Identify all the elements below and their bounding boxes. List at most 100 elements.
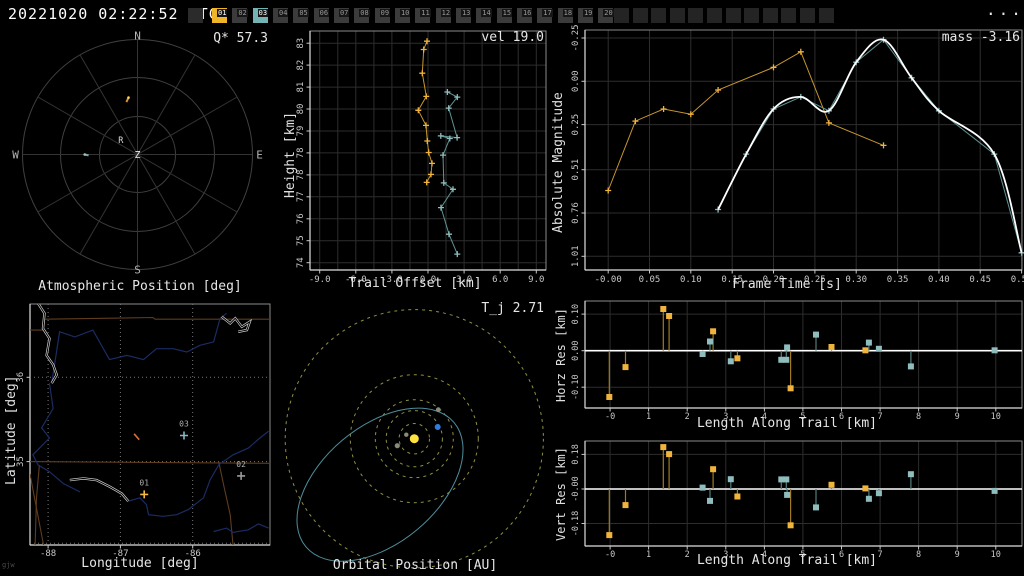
meteoroid-orbit — [296, 407, 464, 562]
station-indicator-blank[interactable] — [818, 8, 834, 23]
orbital-title: Orbital Position [AU] — [332, 558, 498, 573]
station-indicator-label: 14 — [481, 9, 492, 17]
station-indicator-blank[interactable] — [800, 8, 815, 23]
horz-res-ylabel: Horz Res [km] — [554, 308, 568, 403]
station-01-trail — [125, 96, 130, 103]
trail-offset-plot: -9.0 -6.0 -3.0 0.0 3.0 6.0 9.08382818079787877… — [296, 30, 547, 285]
station-indicator-label: 13 — [460, 9, 472, 17]
body-venus — [394, 443, 400, 449]
station-indicator-05[interactable]: 05 — [293, 8, 309, 23]
svg-text:R: R — [118, 136, 124, 146]
svg-text:0.25: 0.25 — [571, 114, 581, 136]
svg-text:0.18: 0.18 — [571, 444, 581, 464]
station-indicator-label: 04 — [277, 9, 289, 17]
station-indicator-blank[interactable] — [781, 8, 797, 23]
station-indicator-14[interactable]: 14 — [476, 8, 492, 23]
atmospheric-position-plot: NESW ZR — [12, 30, 263, 277]
svg-text:02: 02 — [236, 460, 246, 469]
station-indicator-blank[interactable] — [725, 8, 741, 23]
station-indicator-01[interactable]: 01 — [212, 8, 228, 23]
svg-text:0.00: 0.00 — [571, 340, 581, 360]
horz-res-xlabel: Length Along Trail [km] — [696, 416, 877, 431]
velocity-value: vel 19.0 — [481, 30, 544, 45]
station-indicator-blank[interactable] — [188, 8, 203, 23]
station-indicator-12[interactable]: 12 — [435, 8, 452, 23]
station-indicator-16[interactable]: 16 — [516, 8, 533, 23]
station-indicator-label: 19 — [582, 9, 594, 17]
ground-track — [133, 433, 140, 441]
body-meteoroid — [435, 407, 441, 413]
station-indicator-blank[interactable] — [632, 8, 648, 23]
station-indicator-label: 20 — [603, 9, 614, 17]
station-indicator-17[interactable]: 17 — [537, 8, 553, 23]
station-indicator-label: 05 — [298, 9, 309, 17]
svg-text:-0.18: -0.18 — [571, 511, 581, 537]
station-indicator-blank[interactable] — [744, 8, 760, 23]
station-indicator-label: 11 — [420, 9, 431, 17]
station-indicator-11[interactable]: 11 — [415, 8, 431, 23]
series-station-03 — [699, 471, 998, 511]
map-features: 01 02 03 — [30, 304, 270, 545]
station-indicator-label: 01 — [217, 9, 228, 17]
top-bar: 20221020 02:22:52 UTC 01 02 03 04 05 06 07 08 09… — [0, 0, 1024, 28]
series-station-01 — [606, 306, 869, 400]
body-mercury — [404, 432, 409, 437]
svg-text:-0.00: -0.00 — [571, 476, 581, 502]
station-indicator-blank[interactable] — [688, 8, 704, 23]
station-indicator-blank[interactable] — [762, 8, 778, 23]
svg-text:75: 75 — [296, 235, 306, 246]
overflow-menu-button[interactable]: ... — [986, 0, 1024, 19]
station-indicator-03[interactable]: 03 — [252, 8, 269, 23]
svg-text:03: 03 — [179, 420, 189, 429]
station-indicator-row: 01 02 03 04 05 06 07 08 09 10 11 12 13 14 15 16 17 18 19 20 — [0, 0, 1024, 28]
svg-text:0.51: 0.51 — [571, 159, 581, 181]
body-sun — [409, 434, 419, 444]
station-indicator-blank[interactable] — [669, 8, 685, 23]
horizontal-residuals-plot: -0 1 2 3 4 5 6 7 8 9 100.100.00-0.10 — [571, 300, 1023, 422]
mass-value: mass -3.16 — [941, 30, 1020, 45]
station-indicator-06[interactable]: 06 — [313, 8, 330, 23]
ground-map-plot: -88 -87 -863635010203 — [16, 303, 271, 559]
app-window: 20221020 02:22:52 UTC 01 02 03 04 05 06 07 08 09… — [0, 0, 1024, 576]
svg-text:0.00: 0.00 — [571, 70, 581, 92]
station-indicator-18[interactable]: 18 — [557, 8, 574, 23]
station-indicator-label: 12 — [440, 9, 452, 17]
tisserand-value: T_j 2.71 — [481, 301, 544, 316]
svg-text:W: W — [12, 149, 19, 162]
station-indicator-02[interactable]: 02 — [232, 8, 248, 23]
svg-text:01: 01 — [139, 478, 149, 487]
q-star-value: Q* 57.3 — [213, 31, 268, 46]
station-indicator-blank[interactable] — [614, 8, 629, 23]
watermark: gjw — [2, 561, 15, 569]
map-xlabel: Longitude [deg] — [81, 556, 199, 571]
trail-ylabel: Height [km] — [283, 111, 298, 199]
map-marker-01: 01 — [139, 478, 149, 499]
svg-text:-0.10: -0.10 — [571, 374, 581, 400]
svg-text:1.01: 1.01 — [571, 245, 581, 267]
station-indicator-19[interactable]: 19 — [577, 8, 594, 23]
station-indicator-20[interactable]: 20 — [598, 8, 614, 23]
station-indicator-label: 15 — [501, 9, 513, 17]
station-indicator-label: 06 — [318, 9, 330, 17]
trail-xlabel: Trail Offset [km] — [348, 276, 482, 291]
station-indicator-07[interactable]: 07 — [333, 8, 350, 23]
vert-res-xlabel: Length Along Trail [km] — [696, 553, 877, 568]
series-station-03 — [715, 36, 1024, 256]
station-indicator-blank[interactable] — [707, 8, 722, 23]
station-indicator-10[interactable]: 10 — [394, 8, 411, 23]
svg-text:0.10: 0.10 — [571, 304, 581, 324]
station-indicator-13[interactable]: 13 — [455, 8, 472, 23]
station-indicator-15[interactable]: 15 — [496, 8, 513, 23]
svg-text:Z: Z — [134, 150, 140, 161]
station-indicator-label: 10 — [399, 9, 411, 17]
svg-text:74: 74 — [296, 257, 306, 268]
series-station-01 — [605, 48, 887, 194]
station-indicator-09[interactable]: 09 — [374, 8, 391, 23]
magnitude-ylabel: Absolute Magnitude — [551, 92, 566, 233]
station-indicator-08[interactable]: 08 — [354, 8, 370, 23]
svg-text:0.76: 0.76 — [571, 202, 581, 224]
body-earth — [434, 424, 441, 430]
station-indicator-04[interactable]: 04 — [272, 8, 289, 23]
station-indicator-blank[interactable] — [651, 8, 667, 23]
map-marker-02: 02 — [236, 460, 246, 480]
